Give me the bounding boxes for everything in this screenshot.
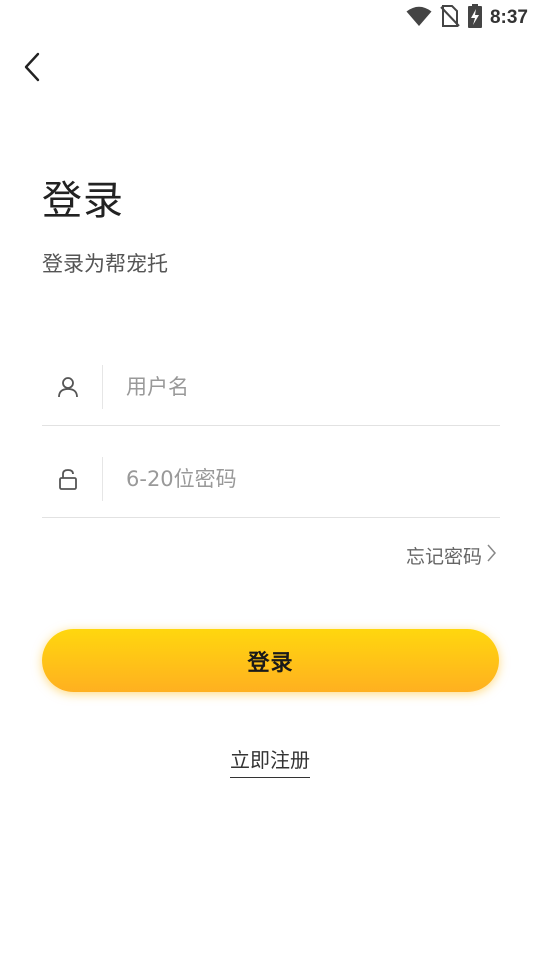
status-bar: 8:37 [0, 0, 540, 36]
field-divider [102, 365, 103, 409]
page-subtitle: 登录为帮宠托 [42, 252, 168, 276]
login-button[interactable]: 登录 [42, 629, 499, 692]
user-icon [56, 375, 80, 399]
username-input[interactable] [126, 367, 486, 407]
chevron-left-icon [22, 52, 42, 86]
status-icons: 8:37 [406, 4, 528, 32]
battery-charging-icon [467, 4, 482, 32]
username-field-row [42, 363, 500, 426]
lock-icon [56, 467, 80, 491]
forgot-password-label: 忘记密码 [405, 546, 482, 568]
page-title: 登录 [42, 178, 124, 224]
wifi-icon [406, 5, 432, 31]
register-link[interactable]: 立即注册 [230, 744, 310, 778]
forgot-password-link[interactable]: 忘记密码 [406, 542, 496, 569]
password-input[interactable] [126, 459, 486, 499]
field-divider [102, 457, 103, 501]
no-sim-icon [440, 4, 460, 32]
back-button[interactable] [14, 50, 50, 88]
register-container: 立即注册 [0, 744, 540, 778]
status-time: 8:37 [489, 7, 528, 28]
chevron-right-icon [486, 543, 496, 568]
password-field-row [42, 455, 500, 518]
